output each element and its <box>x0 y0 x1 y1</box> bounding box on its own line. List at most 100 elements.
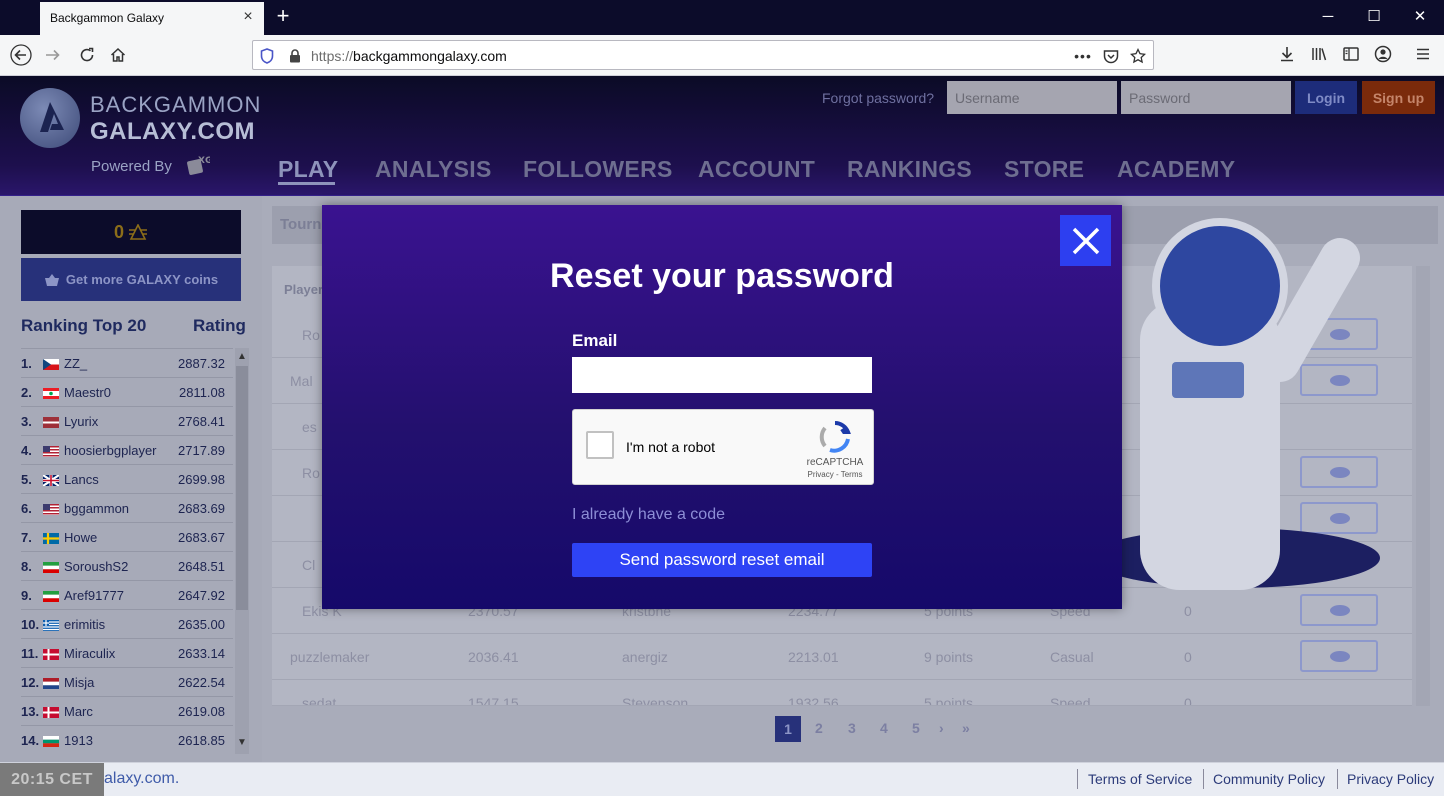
recaptcha-checkbox[interactable] <box>586 431 614 459</box>
url-bar[interactable]: https://backgammongalaxy.com ••• <box>252 40 1154 70</box>
table-scrollbar[interactable] <box>1416 266 1430 706</box>
player-name[interactable]: 1913 <box>64 733 93 748</box>
reload-icon[interactable] <box>72 40 102 70</box>
ranking-row[interactable]: 8. SoroushS2 2648.51 <box>21 551 233 580</box>
nav-store[interactable]: STORE <box>1004 156 1084 183</box>
page-2-button[interactable]: 2 <box>815 720 823 736</box>
nav-play[interactable]: PLAY <box>278 156 338 183</box>
minimize-icon[interactable]: ─ <box>1318 7 1338 27</box>
ranking-row[interactable]: 5. Lancs 2699.98 <box>21 464 233 493</box>
ranking-row[interactable]: 11. Miraculix 2633.14 <box>21 638 233 667</box>
ranking-row[interactable]: 13. Marc 2619.08 <box>21 696 233 725</box>
table-row[interactable]: puzzlemaker 2036.41 anergiz 2213.01 9 po… <box>272 634 1412 680</box>
recaptcha-terms-link[interactable]: Privacy - Terms <box>803 470 867 479</box>
bookmark-star-icon[interactable] <box>1130 48 1146 64</box>
ranking-row[interactable]: 1. ZZ_ 2887.32 <box>21 348 233 377</box>
table-cell: 5 points <box>924 695 974 706</box>
player-name[interactable]: Misja <box>64 675 94 690</box>
ranking-row[interactable]: 9. Aref91777 2647.92 <box>21 580 233 609</box>
page-4-button[interactable]: 4 <box>880 720 888 736</box>
terms-of-service-link[interactable]: Terms of Service <box>1088 771 1192 787</box>
tracking-protection-icon[interactable] <box>259 48 275 64</box>
table-cell: 1932.56 <box>788 695 839 706</box>
player-name[interactable]: hoosierbgplayer <box>64 443 157 458</box>
home-icon[interactable] <box>103 40 133 70</box>
download-icon[interactable] <box>1277 44 1297 64</box>
nav-followers[interactable]: FOLLOWERS <box>523 156 673 183</box>
forgot-password-link[interactable]: Forgot password? <box>822 90 934 106</box>
ranking-scrollbar[interactable]: ▲ ▼ <box>235 348 249 754</box>
username-input[interactable] <box>947 81 1117 114</box>
ranking-row[interactable]: 14. 1913 2618.85 <box>21 725 233 754</box>
ranking-row[interactable]: 4. hoosierbgplayer 2717.89 <box>21 435 233 464</box>
page-last-button[interactable]: » <box>962 720 970 736</box>
watch-eye-button[interactable] <box>1300 640 1378 672</box>
table-row[interactable]: sedat 1547.15 Stevenson 1932.56 5 points… <box>272 680 1412 706</box>
privacy-policy-link[interactable]: Privacy Policy <box>1347 771 1434 787</box>
ranking-row[interactable]: 10. erimitis 2635.00 <box>21 609 233 638</box>
table-cell: Casual <box>1050 649 1094 665</box>
pocket-icon[interactable] <box>1103 48 1119 64</box>
send-reset-email-button[interactable]: Send password reset email <box>572 543 872 577</box>
rank-number: 8. <box>21 559 32 574</box>
new-tab-icon[interactable]: + <box>272 5 294 27</box>
player-name[interactable]: Marc <box>64 704 93 719</box>
galaxy-logo-icon[interactable] <box>20 88 80 148</box>
scroll-down-icon[interactable]: ▼ <box>235 736 249 750</box>
signup-button[interactable]: Sign up <box>1362 81 1435 114</box>
page-5-button[interactable]: 5 <box>912 720 920 736</box>
password-input[interactable] <box>1121 81 1291 114</box>
watch-eye-button[interactable] <box>1300 364 1378 396</box>
ranking-row[interactable]: 3. Lyurix 2768.41 <box>21 406 233 435</box>
player-name[interactable]: ZZ_ <box>64 356 87 371</box>
page-3-button[interactable]: 3 <box>848 720 856 736</box>
nav-academy[interactable]: ACADEMY <box>1117 156 1235 183</box>
player-name[interactable]: Maestr0 <box>64 385 111 400</box>
forward-icon[interactable] <box>38 40 68 70</box>
page-next-button[interactable]: › <box>939 720 944 736</box>
lock-icon[interactable] <box>287 48 303 64</box>
library-icon[interactable] <box>1309 44 1329 64</box>
logo-text-top: BACKGAMMON <box>90 92 262 117</box>
watch-eye-button[interactable] <box>1300 456 1378 488</box>
rank-number: 4. <box>21 443 32 458</box>
window-close-icon[interactable]: ✕ <box>1410 7 1430 27</box>
login-button[interactable]: Login <box>1295 81 1357 114</box>
browser-tab[interactable]: Backgammon Galaxy × <box>40 2 264 35</box>
player-name[interactable]: Miraculix <box>64 646 115 661</box>
scroll-up-icon[interactable]: ▲ <box>235 350 249 364</box>
ranking-scroll-thumb[interactable] <box>236 366 248 610</box>
watch-eye-button[interactable] <box>1300 594 1378 626</box>
player-name[interactable]: Lyurix <box>64 414 98 429</box>
ranking-row[interactable]: 6. bggammon 2683.69 <box>21 493 233 522</box>
rank-number: 6. <box>21 501 32 516</box>
sidebar-icon[interactable] <box>1341 44 1361 64</box>
player-name[interactable]: Howe <box>64 530 97 545</box>
account-icon[interactable] <box>1373 44 1393 64</box>
flag-us-icon <box>43 445 59 457</box>
ranking-row[interactable]: 12. Misja 2622.54 <box>21 667 233 696</box>
player-rating: 2647.92 <box>178 588 225 603</box>
get-coins-button[interactable]: Get more GALAXY coins <box>21 258 241 301</box>
ranking-row[interactable]: 2. Maestr0 2811.08 <box>21 377 233 406</box>
already-have-code-link[interactable]: I already have a code <box>572 506 725 524</box>
watch-eye-button[interactable] <box>1300 502 1378 534</box>
nav-rankings[interactable]: RANKINGS <box>847 156 972 183</box>
tab-close-icon[interactable]: × <box>240 9 256 25</box>
player-name[interactable]: SoroushS2 <box>64 559 128 574</box>
rank-number: 13. <box>21 704 40 719</box>
player-name[interactable]: Aref91777 <box>64 588 124 603</box>
nav-account[interactable]: ACCOUNT <box>698 156 815 183</box>
page-actions-icon[interactable]: ••• <box>1074 48 1091 64</box>
maximize-icon[interactable]: ☐ <box>1364 7 1384 27</box>
player-name[interactable]: bggammon <box>64 501 129 516</box>
page-1-button[interactable]: 1 <box>775 716 801 742</box>
nav-analysis[interactable]: ANALYSIS <box>375 156 492 183</box>
email-input[interactable] <box>572 357 872 393</box>
back-icon[interactable] <box>6 40 36 70</box>
player-name[interactable]: erimitis <box>64 617 105 632</box>
menu-icon[interactable] <box>1413 44 1433 64</box>
player-name[interactable]: Lancs <box>64 472 99 487</box>
ranking-row[interactable]: 7. Howe 2683.67 <box>21 522 233 551</box>
community-policy-link[interactable]: Community Policy <box>1213 771 1325 787</box>
